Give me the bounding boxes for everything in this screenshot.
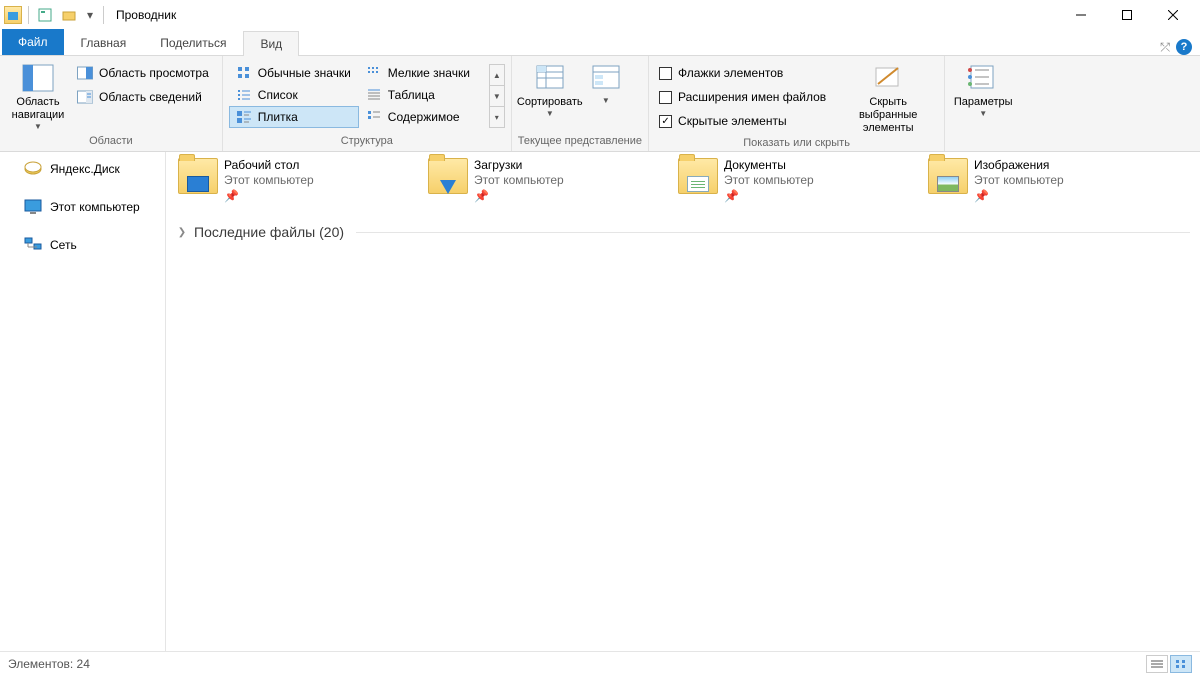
item-count: Элементов: 24 <box>8 657 90 671</box>
checkbox-icon[interactable] <box>659 91 672 104</box>
filename-extensions[interactable]: Расширения имен файлов <box>655 86 830 108</box>
layout-list[interactable]: Список <box>229 84 359 106</box>
chevron-down-icon: ▼ <box>546 109 554 118</box>
layout-medium-icons[interactable]: Обычные значки <box>229 62 359 84</box>
folder-icon <box>178 158 218 194</box>
scroll-up-icon[interactable]: ▲ <box>490 65 504 86</box>
group-label-layout: Структура <box>229 133 505 149</box>
details-pane-button[interactable]: Область сведений <box>70 86 216 108</box>
checkbox-checked-icon[interactable]: ✓ <box>659 115 672 128</box>
statusbar: Элементов: 24 <box>0 651 1200 675</box>
explorer-icon <box>4 6 22 24</box>
close-button[interactable] <box>1150 0 1196 30</box>
item-checkboxes[interactable]: Флажки элементов <box>655 62 830 84</box>
group-label-options <box>951 133 1015 149</box>
window-title: Проводник <box>116 8 176 22</box>
group-options: Параметры ▼ <box>945 56 1021 151</box>
network-icon <box>24 236 42 254</box>
titlebar: ▾ Проводник <box>0 0 1200 30</box>
tab-share[interactable]: Поделиться <box>143 30 243 55</box>
pin-icon: 📌 <box>724 189 814 204</box>
maximize-button[interactable] <box>1104 0 1150 30</box>
chevron-right-icon: ❯ <box>176 227 188 238</box>
recent-files-header[interactable]: ❯ Последние файлы (20) <box>176 224 1190 240</box>
hide-selected-button[interactable]: Скрыть выбранные элементы <box>838 58 938 135</box>
navigation-pane-button[interactable]: Область навигации ▼ <box>6 58 70 131</box>
scroll-expand-icon[interactable]: ▾ <box>490 107 504 127</box>
content-area: Яндекс.Диск Этот компьютер Сеть Рабочий … <box>0 152 1200 651</box>
chevron-down-icon: ▼ <box>34 122 42 131</box>
folder-pictures[interactable]: ИзображенияЭтот компьютер📌 <box>926 156 1156 206</box>
disk-icon <box>24 160 42 178</box>
layout-details[interactable]: Таблица <box>359 84 489 106</box>
sidebar-this-pc[interactable]: Этот компьютер <box>0 194 165 220</box>
folder-downloads[interactable]: ЗагрузкиЭтот компьютер📌 <box>426 156 656 206</box>
help-icon[interactable]: ? <box>1176 39 1192 55</box>
layout-tiles[interactable]: Плитка <box>229 106 359 128</box>
folder-documents[interactable]: ДокументыЭтот компьютер📌 <box>676 156 906 206</box>
sort-by-button[interactable]: Сортировать ▼ <box>518 58 582 118</box>
qat-properties-icon[interactable] <box>35 5 55 25</box>
folder-icon <box>678 158 718 194</box>
group-label-showhide: Показать или скрыть <box>655 135 938 151</box>
layout-gallery-scroll[interactable]: ▲ ▼ ▾ <box>489 64 505 128</box>
view-tiles-button[interactable] <box>1170 655 1192 673</box>
folder-icon <box>428 158 468 194</box>
chevron-down-icon: ▼ <box>602 96 610 105</box>
group-showhide: Флажки элементов Расширения имен файлов … <box>649 56 945 151</box>
checkbox-icon[interactable] <box>659 67 672 80</box>
preview-pane-button[interactable]: Область просмотра <box>70 62 216 84</box>
tab-view[interactable]: Вид <box>243 31 299 56</box>
sidebar-yandex-disk[interactable]: Яндекс.Диск <box>0 156 165 182</box>
qat-dropdown-icon[interactable]: ▾ <box>83 5 97 25</box>
ribbon-tabs: Файл Главная Поделиться Вид ⤱ ? <box>0 30 1200 56</box>
group-panes: Область навигации ▼ Область просмотра Об… <box>0 56 223 151</box>
layout-small-icons[interactable]: Мелкие значки <box>359 62 489 84</box>
sidebar-network[interactable]: Сеть <box>0 232 165 258</box>
frequent-folders-row: Рабочий столЭтот компьютер📌 ЗагрузкиЭтот… <box>176 156 1190 206</box>
main-pane[interactable]: Рабочий столЭтот компьютер📌 ЗагрузкиЭтот… <box>166 152 1200 651</box>
monitor-icon <box>24 198 42 216</box>
qat-newfolder-icon[interactable] <box>59 5 79 25</box>
navigation-sidebar: Яндекс.Диск Этот компьютер Сеть <box>0 152 166 651</box>
ribbon: Область навигации ▼ Область просмотра Об… <box>0 56 1200 152</box>
group-label-currentview: Текущее представление <box>518 133 642 149</box>
scroll-down-icon[interactable]: ▼ <box>490 86 504 107</box>
view-details-button[interactable] <box>1146 655 1168 673</box>
pin-icon: 📌 <box>974 189 1064 204</box>
folder-desktop[interactable]: Рабочий столЭтот компьютер📌 <box>176 156 406 206</box>
tab-home[interactable]: Главная <box>64 30 144 55</box>
minimize-ribbon-icon[interactable]: ⤱ <box>1160 40 1170 55</box>
group-currentview: Сортировать ▼ ▼ Текущее представление <box>512 56 649 151</box>
group-layout: Обычные значки Список Плитка Мелкие знач… <box>223 56 512 151</box>
chevron-down-icon: ▼ <box>979 109 987 118</box>
group-label-panes: Области <box>6 133 216 149</box>
hidden-items[interactable]: ✓Скрытые элементы <box>655 110 830 132</box>
pin-icon: 📌 <box>224 189 314 204</box>
minimize-button[interactable] <box>1058 0 1104 30</box>
layout-content[interactable]: Содержимое <box>359 106 489 128</box>
quick-access-toolbar: ▾ Проводник <box>4 5 176 25</box>
tab-file[interactable]: Файл <box>2 29 64 55</box>
folder-icon <box>928 158 968 194</box>
pin-icon: 📌 <box>474 189 564 204</box>
group-by-button[interactable]: ▼ <box>582 58 630 105</box>
options-button[interactable]: Параметры ▼ <box>951 58 1015 118</box>
